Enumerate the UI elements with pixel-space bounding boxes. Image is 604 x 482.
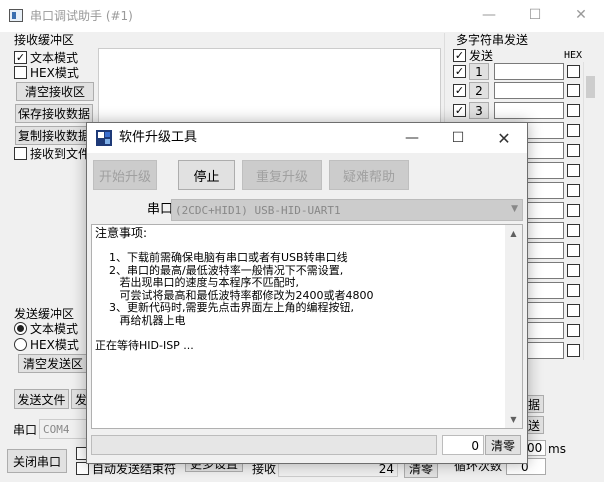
main-title-bar[interactable]: 串口调试助手 (#1) — ☐ ✕ <box>0 0 604 32</box>
hex-mode-checkbox[interactable] <box>14 66 27 79</box>
dialog-close-icon[interactable]: ✕ <box>481 123 527 153</box>
receive-count-label: 接收 <box>252 462 277 476</box>
app-icon <box>9 9 23 22</box>
receive-to-file-checkbox[interactable] <box>14 147 27 160</box>
upgrade-dialog: 软件升级工具 — ☐ ✕ 开始升级 停止 重复升级 疑难帮助 串口 (2CDC+… <box>86 122 528 464</box>
close-icon[interactable]: ✕ <box>558 0 604 30</box>
dialog-minimize-icon[interactable]: — <box>389 123 435 153</box>
re-upgrade-button[interactable]: 重复升级 <box>242 160 322 190</box>
progress-value-field: 0 <box>442 435 484 455</box>
multi-row-hex-checkbox[interactable] <box>567 264 580 277</box>
multi-row-3-hex-checkbox[interactable] <box>567 104 580 117</box>
close-port-button[interactable]: 关闭串口 <box>7 449 67 473</box>
dialog-title-bar[interactable]: 软件升级工具 — ☐ ✕ <box>87 123 527 153</box>
multi-row-hex-checkbox[interactable] <box>567 204 580 217</box>
notes-line: 注意事项: <box>95 226 148 240</box>
multi-row-2-input[interactable] <box>494 82 564 99</box>
save-receive-button[interactable]: 保存接收数据 <box>15 104 93 123</box>
notes-textarea[interactable]: 注意事项: 1、下载前需确保电脑有串口或者有USB转串口线 2、串口的最高/最低… <box>91 224 523 429</box>
auto-send-end-label: 自动发送结束符 <box>92 462 177 476</box>
clear-receive-button[interactable]: 清空接收区 <box>16 82 94 101</box>
notes-text: 注意事项: 1、下载前需确保电脑有串口或者有USB转串口线 2、串口的最高/最低… <box>95 227 503 352</box>
notes-line <box>95 327 503 340</box>
multi-row-1-input[interactable] <box>494 63 564 80</box>
notes-scrollbar[interactable]: ▲ ▼ <box>505 225 522 428</box>
multi-row-hex-checkbox[interactable] <box>567 284 580 297</box>
send-hex-mode-label: HEX模式 <box>30 338 79 352</box>
multi-row-3-send-button[interactable]: 3 <box>469 102 489 119</box>
dialog-title: 软件升级工具 <box>119 130 198 145</box>
receive-group-label: 接收缓冲区 <box>14 33 75 47</box>
multi-row-1-hex-checkbox[interactable] <box>567 65 580 78</box>
clear-send-button[interactable]: 清空发送区 <box>18 354 88 373</box>
multi-send-scrollbar-thumb[interactable] <box>586 76 595 98</box>
progress-value: 0 <box>471 439 479 453</box>
chevron-down-icon: ▼ <box>511 204 518 214</box>
text-mode-label: 文本模式 <box>30 51 79 65</box>
multi-row-hex-checkbox[interactable] <box>567 224 580 237</box>
upgrade-progress-bar <box>91 435 437 455</box>
multi-row-3-checkbox[interactable]: ✓ <box>453 104 466 117</box>
multi-row-hex-checkbox[interactable] <box>567 144 580 157</box>
multi-row-hex-checkbox[interactable] <box>567 164 580 177</box>
receive-to-file-label: 接收到文件 <box>30 147 91 161</box>
dialog-port-value: (2CDC+HID1) USB-HID-UART1 <box>175 204 341 217</box>
text-mode-checkbox[interactable]: ✓ <box>14 51 27 64</box>
upgrade-tool-icon <box>96 130 112 146</box>
maximize-icon[interactable]: ☐ <box>512 0 558 30</box>
multi-row-hex-checkbox[interactable] <box>567 184 580 197</box>
multi-send-header: 发送 <box>469 49 494 63</box>
copy-receive-button[interactable]: 复制接收数据 <box>15 126 93 145</box>
multi-row-hex-checkbox[interactable] <box>567 124 580 137</box>
receive-count-value: 24 <box>378 462 394 476</box>
notes-line: 1、下载前需确保电脑有串口或者有USB转串口线 <box>95 251 348 264</box>
scroll-down-icon[interactable]: ▼ <box>505 411 522 428</box>
multi-row-hex-checkbox[interactable] <box>567 304 580 317</box>
dialog-port-label: 串口 <box>147 202 174 217</box>
multi-row-3-input[interactable] <box>494 102 564 119</box>
notes-line: 3、更新代码时,需要先点击界面左上角的编程按钮, <box>95 301 354 314</box>
multi-send-group-label: 多字符串发送 <box>456 33 529 47</box>
multi-send-scrollbar[interactable] <box>583 62 596 360</box>
multi-send-all-checkbox[interactable]: ✓ <box>453 49 466 62</box>
multi-row-2-send-button[interactable]: 2 <box>469 82 489 99</box>
multi-row-hex-checkbox[interactable] <box>567 324 580 337</box>
notes-line: 再给机器上电 <box>95 313 186 327</box>
send-file-button[interactable]: 发送文件 <box>14 389 69 409</box>
main-window-title: 串口调试助手 (#1) <box>30 9 133 23</box>
multi-hex-header: HEX <box>564 50 583 61</box>
send-text-mode-radio[interactable] <box>14 322 27 335</box>
dialog-maximize-icon[interactable]: ☐ <box>435 123 481 153</box>
main-port-label: 串口 <box>13 423 38 437</box>
dialog-clear-button[interactable]: 清零 <box>485 435 521 455</box>
send-hex-mode-radio[interactable] <box>14 338 27 351</box>
send-group-label: 发送缓冲区 <box>14 307 75 321</box>
stop-button[interactable]: 停止 <box>178 160 235 190</box>
notes-line: 正在等待HID-ISP ... <box>95 338 194 352</box>
multi-row-2-checkbox[interactable]: ✓ <box>453 84 466 97</box>
ms-label: ms <box>548 442 566 456</box>
help-button[interactable]: 疑难帮助 <box>329 160 409 190</box>
receive-textarea[interactable] <box>98 48 441 128</box>
ms-interval-value: 00 <box>527 441 543 455</box>
minimize-icon[interactable]: — <box>466 0 512 30</box>
dialog-port-select[interactable]: (2CDC+HID1) USB-HID-UART1 ▼ <box>171 199 523 221</box>
main-port-select[interactable]: COM4 <box>39 419 91 439</box>
send-text-mode-label: 文本模式 <box>30 322 79 336</box>
multi-row-hex-checkbox[interactable] <box>567 244 580 257</box>
multi-row-2-hex-checkbox[interactable] <box>567 84 580 97</box>
hex-mode-label: HEX模式 <box>30 66 79 80</box>
multi-row-1-checkbox[interactable]: ✓ <box>453 65 466 78</box>
main-port-value: COM4 <box>43 423 70 436</box>
multi-row-hex-checkbox[interactable] <box>567 344 580 357</box>
start-upgrade-button[interactable]: 开始升级 <box>93 160 157 190</box>
notes-line: 若出现串口的速度与本程序不匹配时, <box>95 276 299 289</box>
multi-row-1-send-button[interactable]: 1 <box>469 63 489 80</box>
scroll-up-icon[interactable]: ▲ <box>505 225 522 242</box>
